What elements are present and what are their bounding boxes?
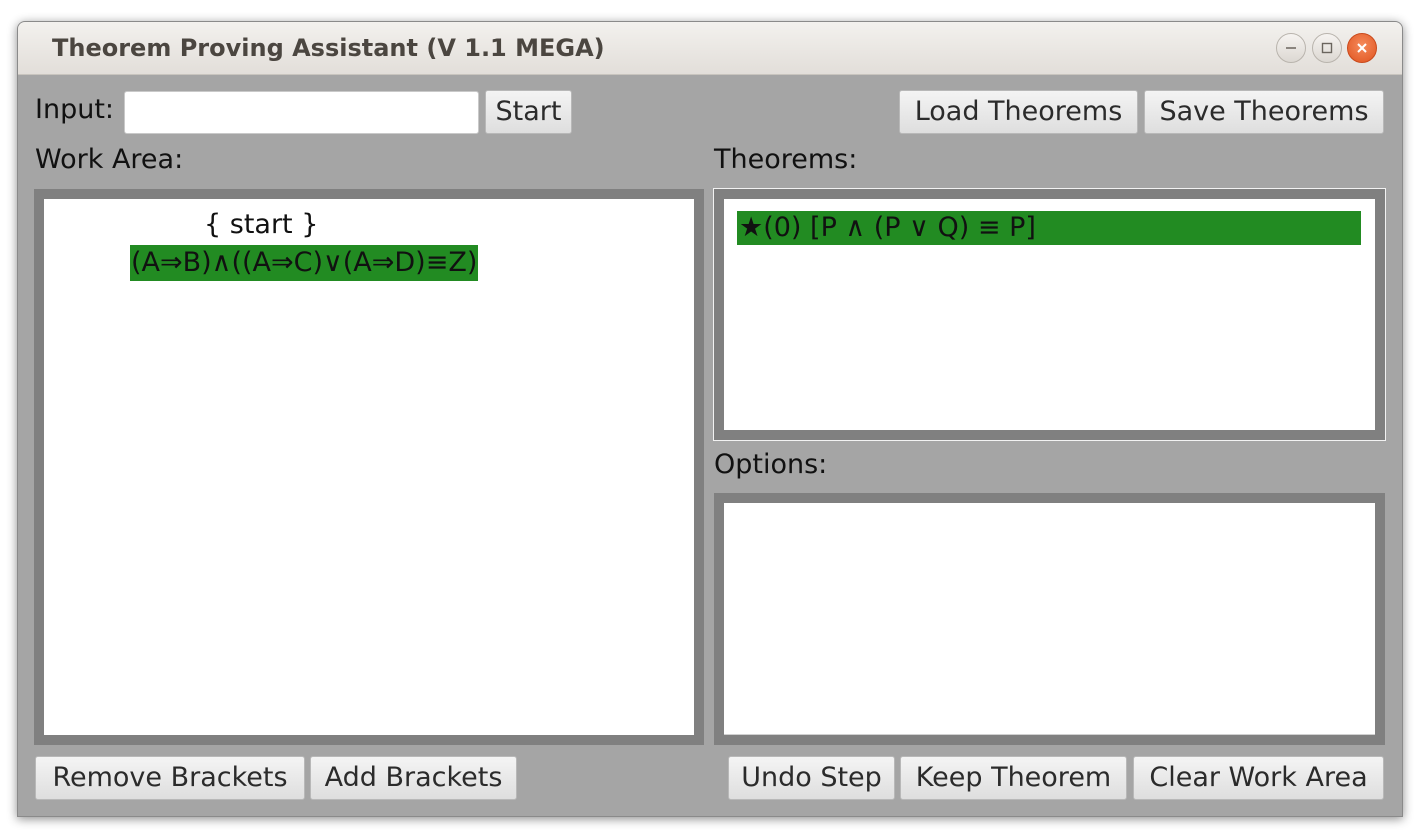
options-divider	[724, 734, 1375, 735]
start-button[interactable]: Start	[485, 90, 572, 134]
title-bar[interactable]: Theorem Proving Assistant (V 1.1 MEGA)	[18, 22, 1402, 75]
load-theorems-button[interactable]: Load Theorems	[899, 90, 1138, 134]
options-label: Options:	[714, 449, 828, 480]
remove-brackets-button[interactable]: Remove Brackets	[35, 756, 305, 800]
close-button[interactable]	[1347, 33, 1377, 63]
save-theorems-button[interactable]: Save Theorems	[1144, 90, 1384, 134]
work-area-panel: { start } (A⇒B)∧((A⇒C)∨(A⇒D)≡Z)	[34, 189, 704, 745]
add-brackets-button[interactable]: Add Brackets	[310, 756, 517, 800]
maximize-button[interactable]	[1312, 33, 1342, 63]
undo-step-button[interactable]: Undo Step	[728, 756, 895, 800]
theorems-label: Theorems:	[714, 144, 858, 175]
window-title: Theorem Proving Assistant (V 1.1 MEGA)	[52, 34, 605, 62]
work-area[interactable]: { start } (A⇒B)∧((A⇒C)∨(A⇒D)≡Z)	[44, 199, 694, 735]
work-area-label: Work Area:	[35, 144, 184, 175]
input-label: Input:	[35, 94, 115, 125]
close-icon	[1357, 43, 1367, 53]
theorems-list[interactable]: ★(0) [P ∧ (P ∨ Q) ≡ P]	[724, 199, 1375, 430]
maximize-icon	[1321, 42, 1333, 54]
minimize-icon	[1286, 47, 1296, 49]
theorems-panel: ★(0) [P ∧ (P ∨ Q) ≡ P]	[713, 188, 1386, 441]
keep-theorem-button[interactable]: Keep Theorem	[900, 756, 1127, 800]
options-list[interactable]	[724, 503, 1375, 735]
minimize-button[interactable]	[1276, 33, 1306, 63]
start-marker: { start }	[204, 209, 319, 240]
clear-work-area-button[interactable]: Clear Work Area	[1133, 756, 1384, 800]
options-panel	[714, 493, 1385, 745]
input-field[interactable]	[124, 91, 479, 134]
work-formula[interactable]: (A⇒B)∧((A⇒C)∨(A⇒D)≡Z)	[130, 245, 479, 281]
theorem-item[interactable]: ★(0) [P ∧ (P ∨ Q) ≡ P]	[737, 211, 1361, 245]
app-window: Theorem Proving Assistant (V 1.1 MEGA) I…	[17, 21, 1403, 817]
